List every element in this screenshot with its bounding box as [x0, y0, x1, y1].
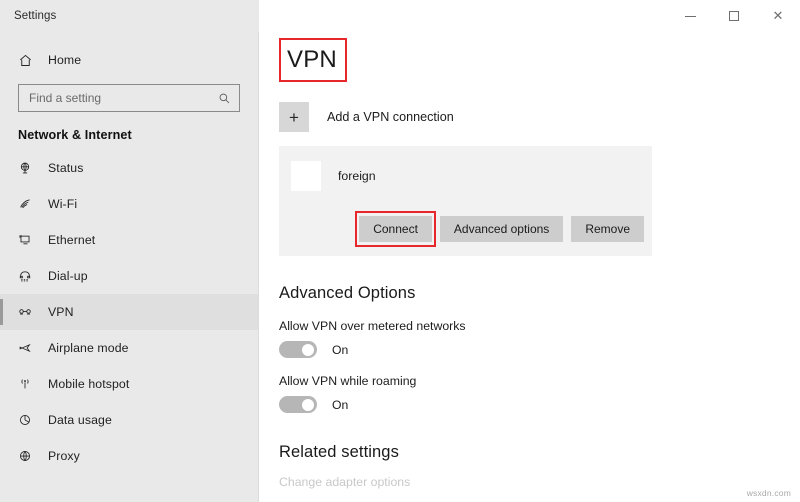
sidebar-item-home[interactable]: Home	[0, 42, 258, 78]
roaming-toggle[interactable]	[279, 396, 317, 413]
window-title: Settings	[14, 10, 57, 22]
sidebar-item-dial-up-label: Dial-up	[48, 269, 88, 283]
wifi-icon	[18, 197, 40, 211]
data-usage-pie-icon	[18, 413, 40, 427]
hotspot-icon	[18, 377, 40, 391]
sidebar-item-mobile-hotspot-label: Mobile hotspot	[48, 377, 130, 391]
proxy-globe-icon	[18, 449, 40, 463]
sidebar-item-data-usage-label: Data usage	[48, 413, 112, 427]
search-box[interactable]	[18, 84, 240, 112]
remove-button[interactable]: Remove	[571, 216, 644, 242]
roaming-toggle-row[interactable]: On	[279, 396, 800, 413]
connect-button[interactable]: Connect	[359, 216, 432, 242]
vpn-connection-name: foreign	[338, 169, 376, 183]
sidebar-item-airplane-mode-label: Airplane mode	[48, 341, 129, 355]
sidebar-item-ethernet-label: Ethernet	[48, 233, 96, 247]
home-icon	[18, 53, 40, 68]
search-container	[18, 84, 240, 112]
toggle-knob	[302, 343, 314, 356]
search-input[interactable]	[29, 91, 218, 105]
close-button[interactable]: ✕	[756, 0, 800, 32]
metered-networks-toggle-row[interactable]: On	[279, 341, 800, 358]
sidebar-item-data-usage[interactable]: Data usage	[0, 402, 258, 438]
sidebar-item-proxy-label: Proxy	[48, 449, 80, 463]
status-globe-icon	[18, 161, 40, 175]
sidebar-section-label: Network & Internet	[18, 128, 132, 142]
sidebar-item-status-label: Status	[48, 161, 84, 175]
maximize-button[interactable]	[712, 0, 756, 32]
sidebar-item-dial-up[interactable]: Dial-up	[0, 258, 258, 294]
metered-networks-label: Allow VPN over metered networks	[279, 319, 466, 333]
window-controls: ✕	[259, 0, 800, 32]
roaming-toggle-state: On	[332, 397, 349, 412]
related-settings-heading: Related settings	[279, 443, 399, 461]
sidebar-item-status[interactable]: Status	[0, 150, 258, 186]
connect-button-container: Connect	[355, 211, 436, 247]
main-content: VPN + Add a VPN connection foreign Conne…	[259, 32, 800, 502]
window-body: Home Network & Internet	[0, 32, 800, 502]
sidebar-item-home-label: Home	[48, 53, 82, 67]
sidebar: Home Network & Internet	[0, 32, 259, 502]
sidebar-item-proxy[interactable]: Proxy	[0, 438, 258, 474]
sidebar-item-wifi-label: Wi-Fi	[48, 197, 78, 211]
change-adapter-options-link[interactable]: Change adapter options	[279, 475, 800, 489]
ethernet-icon	[18, 233, 40, 247]
plus-icon-tile: +	[279, 102, 309, 132]
vpn-connection-icon	[291, 161, 321, 191]
vpn-icon	[18, 305, 40, 319]
metered-networks-toggle[interactable]	[279, 341, 317, 358]
add-vpn-connection-button[interactable]: + Add a VPN connection	[279, 102, 651, 132]
add-vpn-connection-label: Add a VPN connection	[327, 110, 454, 124]
sidebar-item-ethernet[interactable]: Ethernet	[0, 222, 258, 258]
settings-window: Settings ✕ Home Find a setting Network &…	[0, 0, 800, 502]
sidebar-nav-list: Status Wi-Fi Ethernet Dial-up VPN Airpla…	[0, 150, 258, 474]
title-bar: Settings ✕	[0, 0, 800, 32]
advanced-options-heading: Advanced Options	[279, 284, 416, 302]
sidebar-item-mobile-hotspot[interactable]: Mobile hotspot	[0, 366, 258, 402]
sidebar-item-vpn[interactable]: VPN	[0, 294, 258, 330]
title-bar-left: Settings	[0, 0, 259, 32]
page-title-container: VPN	[279, 38, 347, 82]
vpn-connection-actions: Connect Advanced options Remove	[279, 211, 652, 247]
maximize-icon	[729, 11, 739, 21]
vpn-connection-card[interactable]: foreign Connect Advanced options Remove	[279, 146, 652, 256]
minimize-button[interactable]	[668, 0, 712, 32]
airplane-icon	[18, 341, 40, 355]
metered-networks-toggle-state: On	[332, 342, 349, 357]
advanced-options-button[interactable]: Advanced options	[439, 216, 564, 242]
dialup-phone-icon	[18, 269, 40, 283]
vpn-connection-header: foreign	[279, 158, 652, 194]
minimize-icon	[684, 15, 696, 17]
sidebar-item-wifi[interactable]: Wi-Fi	[0, 186, 258, 222]
page-title: VPN	[287, 46, 337, 73]
plus-icon: +	[289, 107, 299, 127]
sidebar-item-vpn-label: VPN	[48, 305, 74, 319]
watermark: wsxdn.com	[746, 488, 791, 498]
close-icon: ✕	[772, 8, 784, 24]
roaming-label: Allow VPN while roaming	[279, 374, 417, 388]
toggle-knob	[302, 398, 314, 411]
search-icon[interactable]	[218, 92, 231, 105]
sidebar-item-airplane-mode[interactable]: Airplane mode	[0, 330, 258, 366]
